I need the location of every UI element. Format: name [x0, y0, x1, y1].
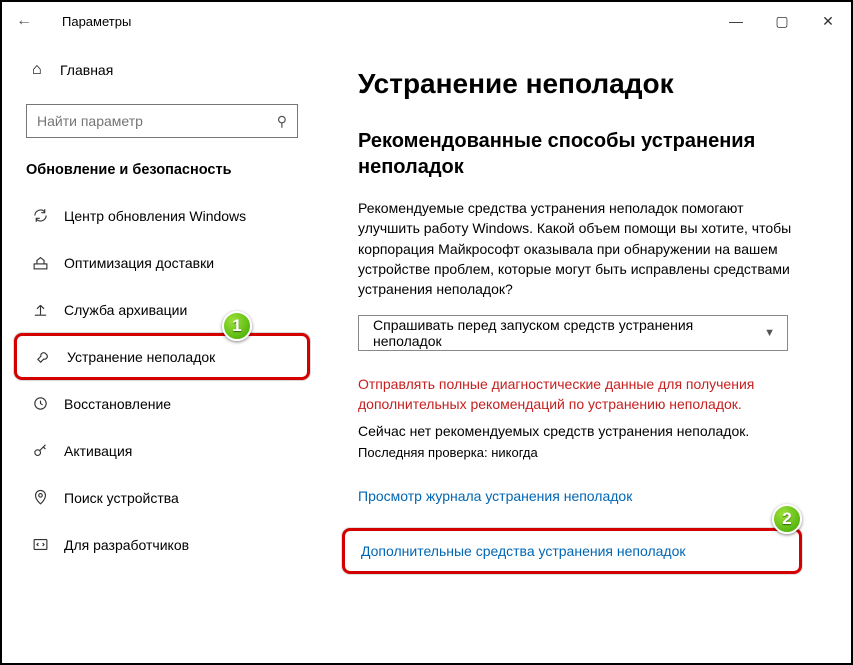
minimize-button[interactable]: ―	[713, 2, 759, 40]
nav-label: Оптимизация доставки	[64, 255, 214, 271]
titlebar: ← Параметры ― ▢ ✕	[2, 2, 851, 40]
sidebar-item-backup[interactable]: Служба архивации	[2, 286, 322, 333]
view-history-link[interactable]: Просмотр журнала устранения неполадок	[358, 488, 807, 504]
nav-label: Поиск устройства	[64, 490, 179, 506]
additional-troubleshooters-link[interactable]: Дополнительные средства устранения непол…	[342, 528, 802, 574]
back-icon[interactable]: ←	[16, 12, 40, 30]
sidebar-item-delivery-optimization[interactable]: Оптимизация доставки	[2, 239, 322, 286]
nav-label: Центр обновления Windows	[64, 208, 246, 224]
recovery-icon	[32, 395, 64, 412]
page-title: Устранение неполадок	[358, 68, 807, 100]
search-box[interactable]: ⚲	[26, 104, 298, 138]
sidebar-item-recovery[interactable]: Восстановление	[2, 380, 322, 427]
backup-icon	[32, 301, 64, 318]
code-icon	[32, 536, 64, 553]
key-icon	[32, 442, 64, 459]
no-recommendations-text: Сейчас нет рекомендуемых средств устране…	[358, 423, 807, 439]
sidebar-item-activation[interactable]: Активация	[2, 427, 322, 474]
chevron-down-icon: ▼	[764, 327, 775, 339]
home-label: Главная	[60, 62, 113, 78]
sidebar-home[interactable]: ⌂ Главная	[2, 50, 322, 90]
callout-2: 2	[772, 504, 802, 534]
sync-icon	[32, 207, 64, 224]
sidebar: ⌂ Главная ⚲ Обновление и безопасность Це…	[2, 40, 322, 663]
nav-label: Служба архивации	[64, 302, 187, 318]
dropdown-value: Спрашивать перед запуском средств устран…	[373, 317, 764, 349]
diagnostic-warning: Отправлять полные диагностические данные…	[358, 375, 807, 414]
nav-label: Активация	[64, 443, 132, 459]
sidebar-item-developers[interactable]: Для разработчиков	[2, 521, 322, 568]
last-check-text: Последняя проверка: никогда	[358, 445, 807, 460]
frequency-dropdown[interactable]: Спрашивать перед запуском средств устран…	[358, 315, 788, 351]
search-icon: ⚲	[277, 113, 287, 130]
description-text: Рекомендуемые средства устранения непола…	[358, 198, 807, 299]
main-panel: Устранение неполадок Рекомендованные спо…	[322, 40, 851, 663]
window-title: Параметры	[62, 14, 131, 29]
section-heading: Рекомендованные способы устранения непол…	[358, 128, 807, 180]
location-icon	[32, 489, 64, 506]
nav-label: Восстановление	[64, 396, 171, 412]
maximize-button[interactable]: ▢	[759, 2, 805, 40]
search-input[interactable]	[37, 113, 277, 129]
nav-label: Для разработчиков	[64, 537, 189, 553]
delivery-icon	[32, 254, 64, 271]
window-controls: ― ▢ ✕	[713, 2, 851, 40]
wrench-icon	[35, 348, 67, 365]
sidebar-item-windows-update[interactable]: Центр обновления Windows	[2, 192, 322, 239]
home-icon: ⌂	[32, 61, 60, 79]
close-button[interactable]: ✕	[805, 2, 851, 40]
callout-1: 1	[222, 311, 252, 341]
sidebar-section-label: Обновление и безопасность	[26, 162, 322, 178]
sidebar-item-find-device[interactable]: Поиск устройства	[2, 474, 322, 521]
sidebar-item-troubleshoot[interactable]: Устранение неполадок	[14, 333, 310, 380]
nav-label: Устранение неполадок	[67, 349, 215, 365]
